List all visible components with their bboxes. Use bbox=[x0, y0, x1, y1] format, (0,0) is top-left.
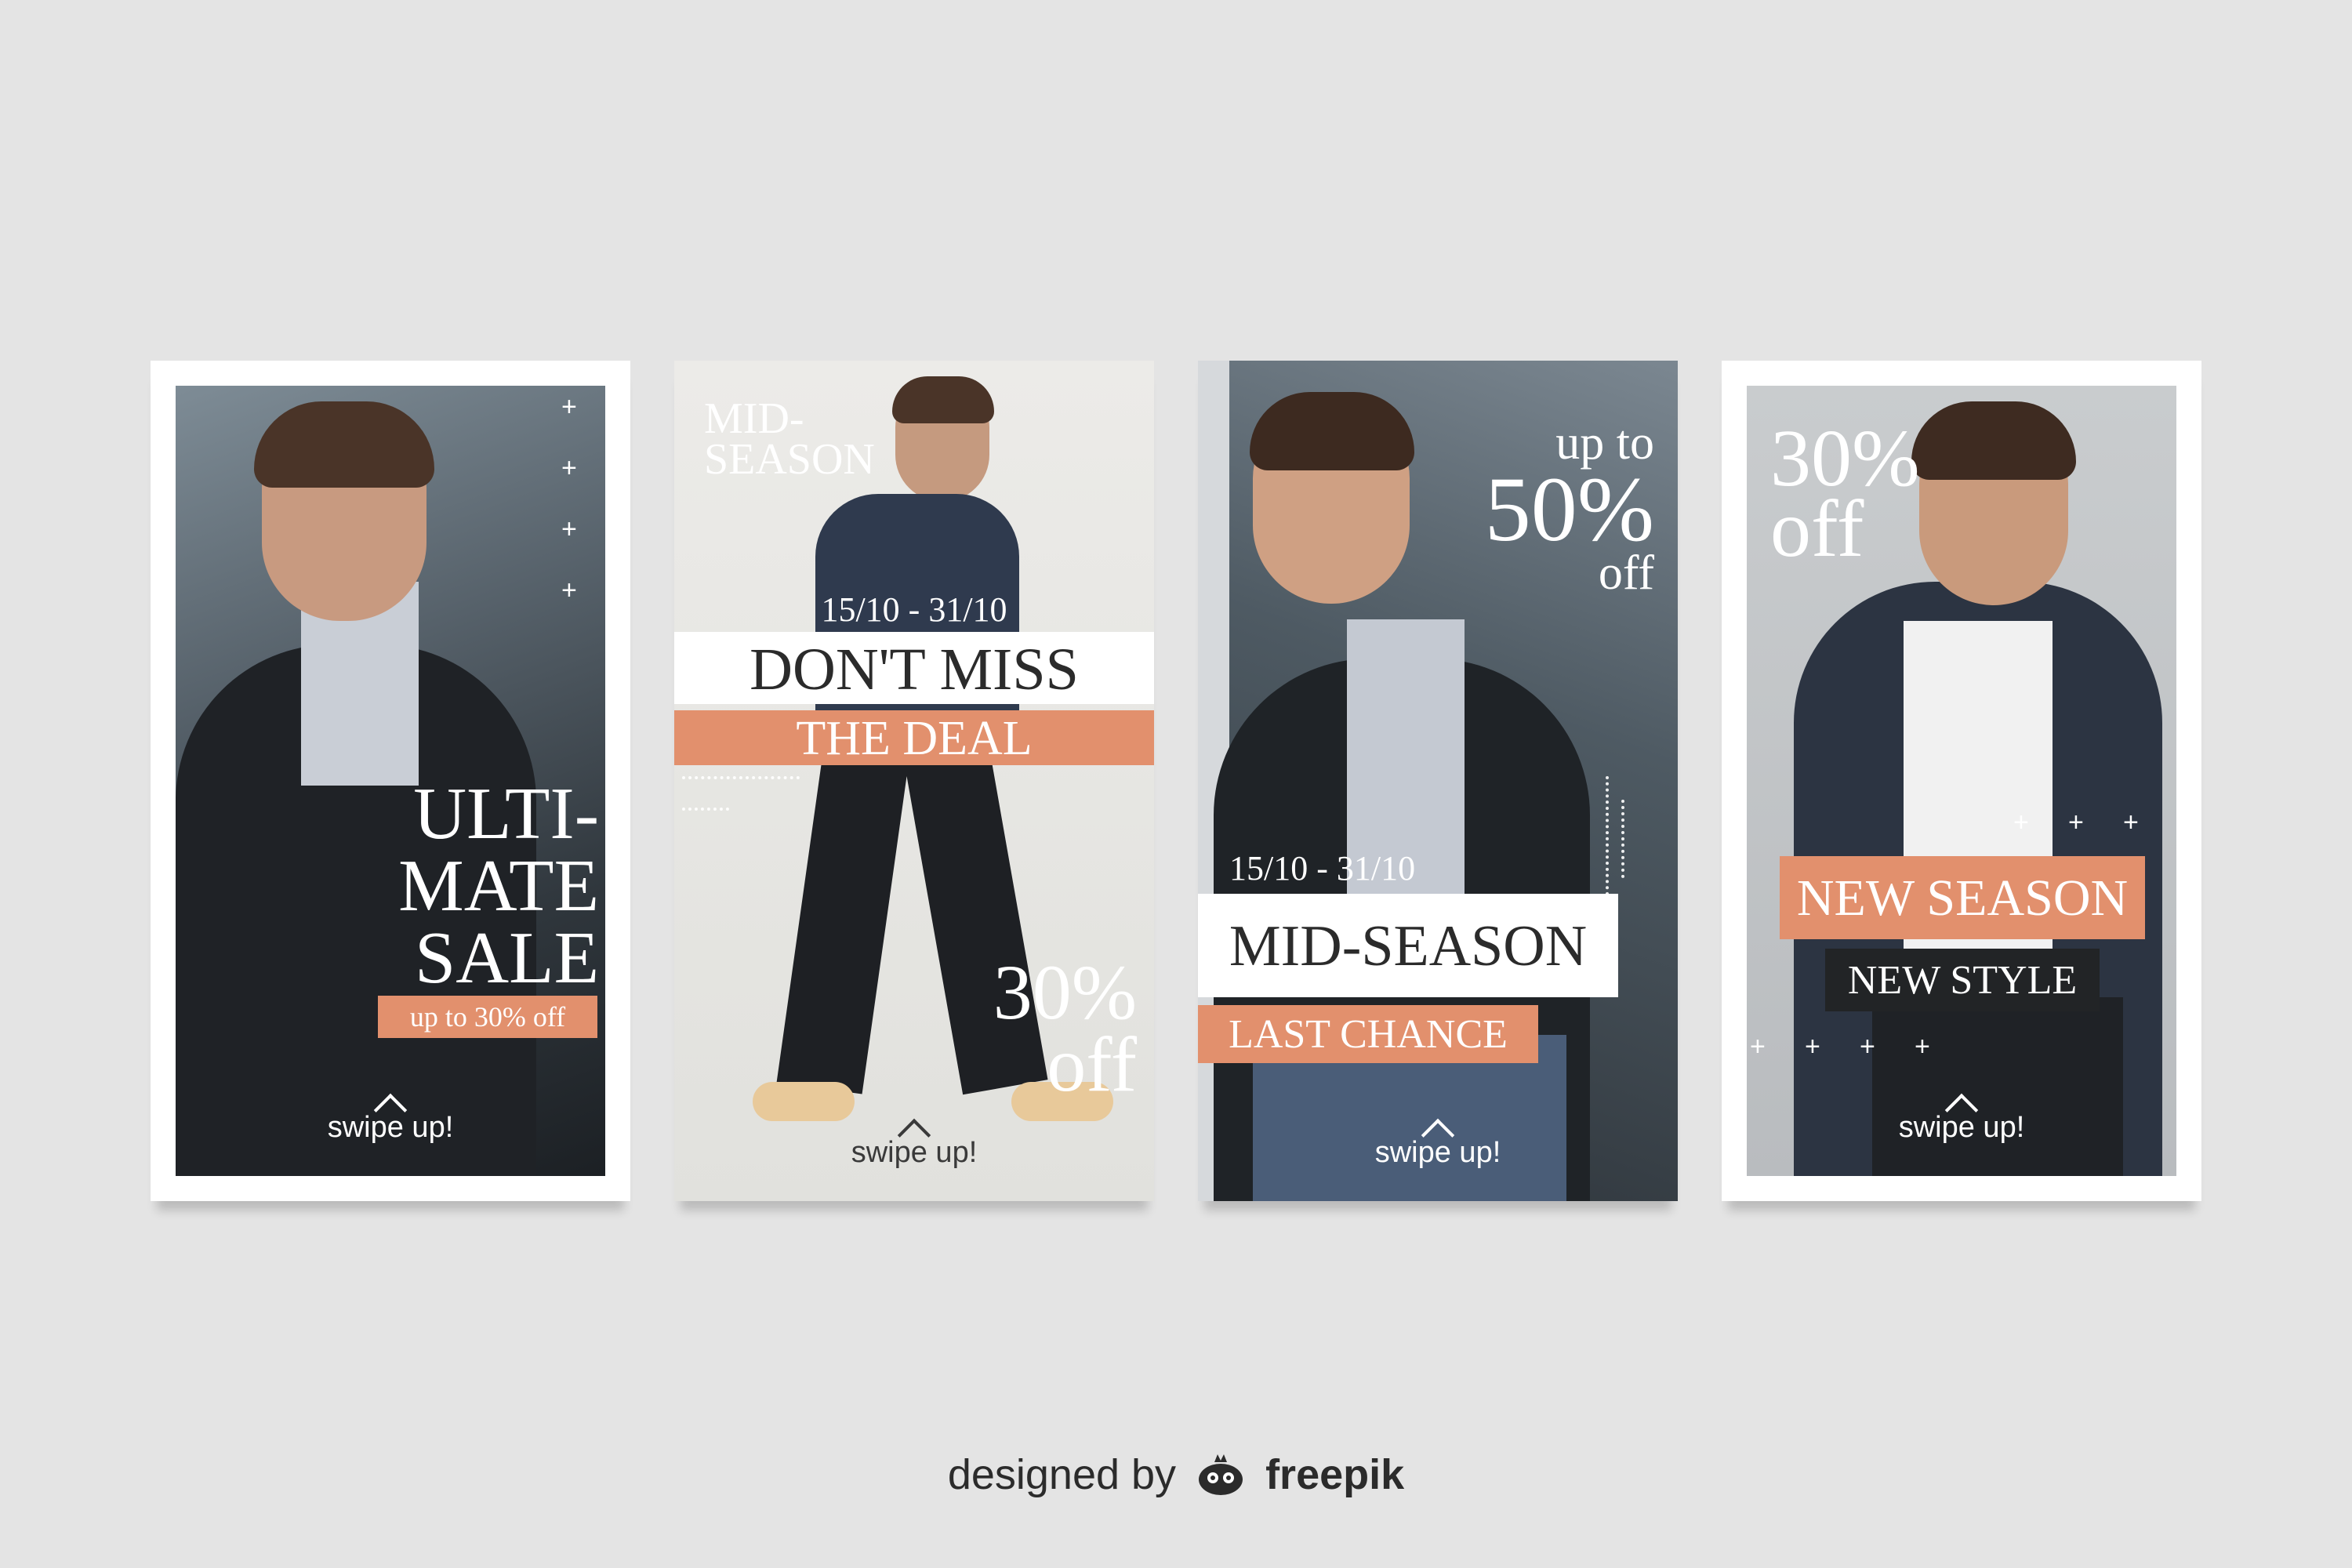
season-line-1: MID- bbox=[704, 394, 804, 443]
photo-man-denim-collar: 30% off + + + NEW SEASON NEW STYLE + + +… bbox=[1747, 386, 2176, 1176]
headline: ULTI- MATE SALE bbox=[372, 773, 599, 999]
headline-line-3: SALE bbox=[415, 917, 599, 999]
discount: 30% off bbox=[941, 949, 1137, 1108]
promo-line-2: 50% bbox=[1484, 458, 1654, 561]
discount-suffix: off bbox=[1047, 1021, 1137, 1108]
story-card-new-season: 30% off + + + NEW SEASON NEW STYLE + + +… bbox=[1722, 361, 2201, 1201]
footer-credit: designed by freepik bbox=[0, 1450, 2352, 1499]
discount-value: 30% bbox=[993, 949, 1137, 1036]
plus-icon: + bbox=[1915, 1032, 1930, 1062]
plus-icon: + bbox=[1860, 1032, 1875, 1062]
figure-hair bbox=[1250, 392, 1414, 470]
story-card-dont-miss: MID- SEASON 15/10 - 31/10 DON'T MISS THE… bbox=[674, 361, 1154, 1201]
freepik-logo-icon bbox=[1199, 1454, 1243, 1495]
banner-secondary: THE DEAL bbox=[674, 710, 1154, 765]
discount-suffix: off bbox=[1770, 484, 1864, 574]
date-range: 15/10 - 31/10 bbox=[1229, 849, 1416, 887]
figure-hair bbox=[1911, 401, 2076, 480]
swipe-up-button[interactable]: swipe up! bbox=[176, 1093, 605, 1145]
banner-secondary: LAST CHANCE bbox=[1198, 1005, 1538, 1063]
figure-hair bbox=[892, 376, 994, 423]
plus-icon: + bbox=[1750, 1032, 1766, 1062]
figure-jeans bbox=[1872, 997, 2123, 1176]
date-range: 15/10 - 31/10 bbox=[821, 590, 1007, 629]
dotted-line bbox=[682, 776, 800, 779]
plus-icon: + bbox=[2013, 808, 2029, 837]
figure-leg-left bbox=[776, 748, 909, 1094]
discount-tag: up to 30% off bbox=[378, 996, 597, 1038]
banner-primary: NEW SEASON bbox=[1780, 856, 2145, 939]
plus-icon: + bbox=[561, 514, 577, 544]
dotted-line bbox=[1621, 800, 1624, 878]
headline-line-2: MATE bbox=[398, 845, 599, 927]
plus-icon: + bbox=[561, 392, 577, 422]
footer-brand[interactable]: freepik bbox=[1265, 1451, 1404, 1498]
photo-man-denim: MID- SEASON 15/10 - 31/10 DON'T MISS THE… bbox=[674, 361, 1154, 1201]
season-label: MID- SEASON bbox=[704, 394, 875, 484]
photo-man-smiling: up to 50% off 15/10 - 31/10 MID-SEASON L… bbox=[1198, 361, 1678, 1201]
dotted-line bbox=[1606, 776, 1609, 902]
plus-icon: + bbox=[561, 575, 577, 605]
banner-primary: DON'T MISS bbox=[674, 632, 1154, 704]
banner-secondary: NEW STYLE bbox=[1825, 949, 2100, 1011]
plus-icon: + bbox=[561, 453, 577, 483]
season-line-2: SEASON bbox=[704, 435, 875, 484]
plus-icon: + bbox=[1805, 1032, 1820, 1062]
figure-shoe-left bbox=[753, 1082, 855, 1121]
figure-hair bbox=[254, 401, 434, 488]
dotted-line bbox=[682, 808, 729, 811]
promo: up to 50% off bbox=[1433, 419, 1654, 597]
banner-primary: MID-SEASON bbox=[1198, 894, 1618, 997]
swipe-up-button[interactable]: swipe up! bbox=[1747, 1093, 2176, 1145]
story-card-mid-season: up to 50% off 15/10 - 31/10 MID-SEASON L… bbox=[1198, 361, 1678, 1201]
photo-man-blazer: + + + + ULTI- MATE SALE up to 30% off sw… bbox=[176, 386, 605, 1176]
swipe-up-button[interactable]: swipe up! bbox=[1198, 1118, 1678, 1170]
plus-icon: + bbox=[2068, 808, 2084, 837]
story-card-ultimate-sale: + + + + ULTI- MATE SALE up to 30% off sw… bbox=[151, 361, 630, 1201]
swipe-up-button[interactable]: swipe up! bbox=[674, 1118, 1154, 1170]
discount: 30% off bbox=[1770, 418, 1920, 574]
footer-prefix: designed by bbox=[947, 1451, 1177, 1498]
headline-line-1: ULTI- bbox=[413, 773, 599, 855]
plus-icon: + bbox=[2123, 808, 2139, 837]
